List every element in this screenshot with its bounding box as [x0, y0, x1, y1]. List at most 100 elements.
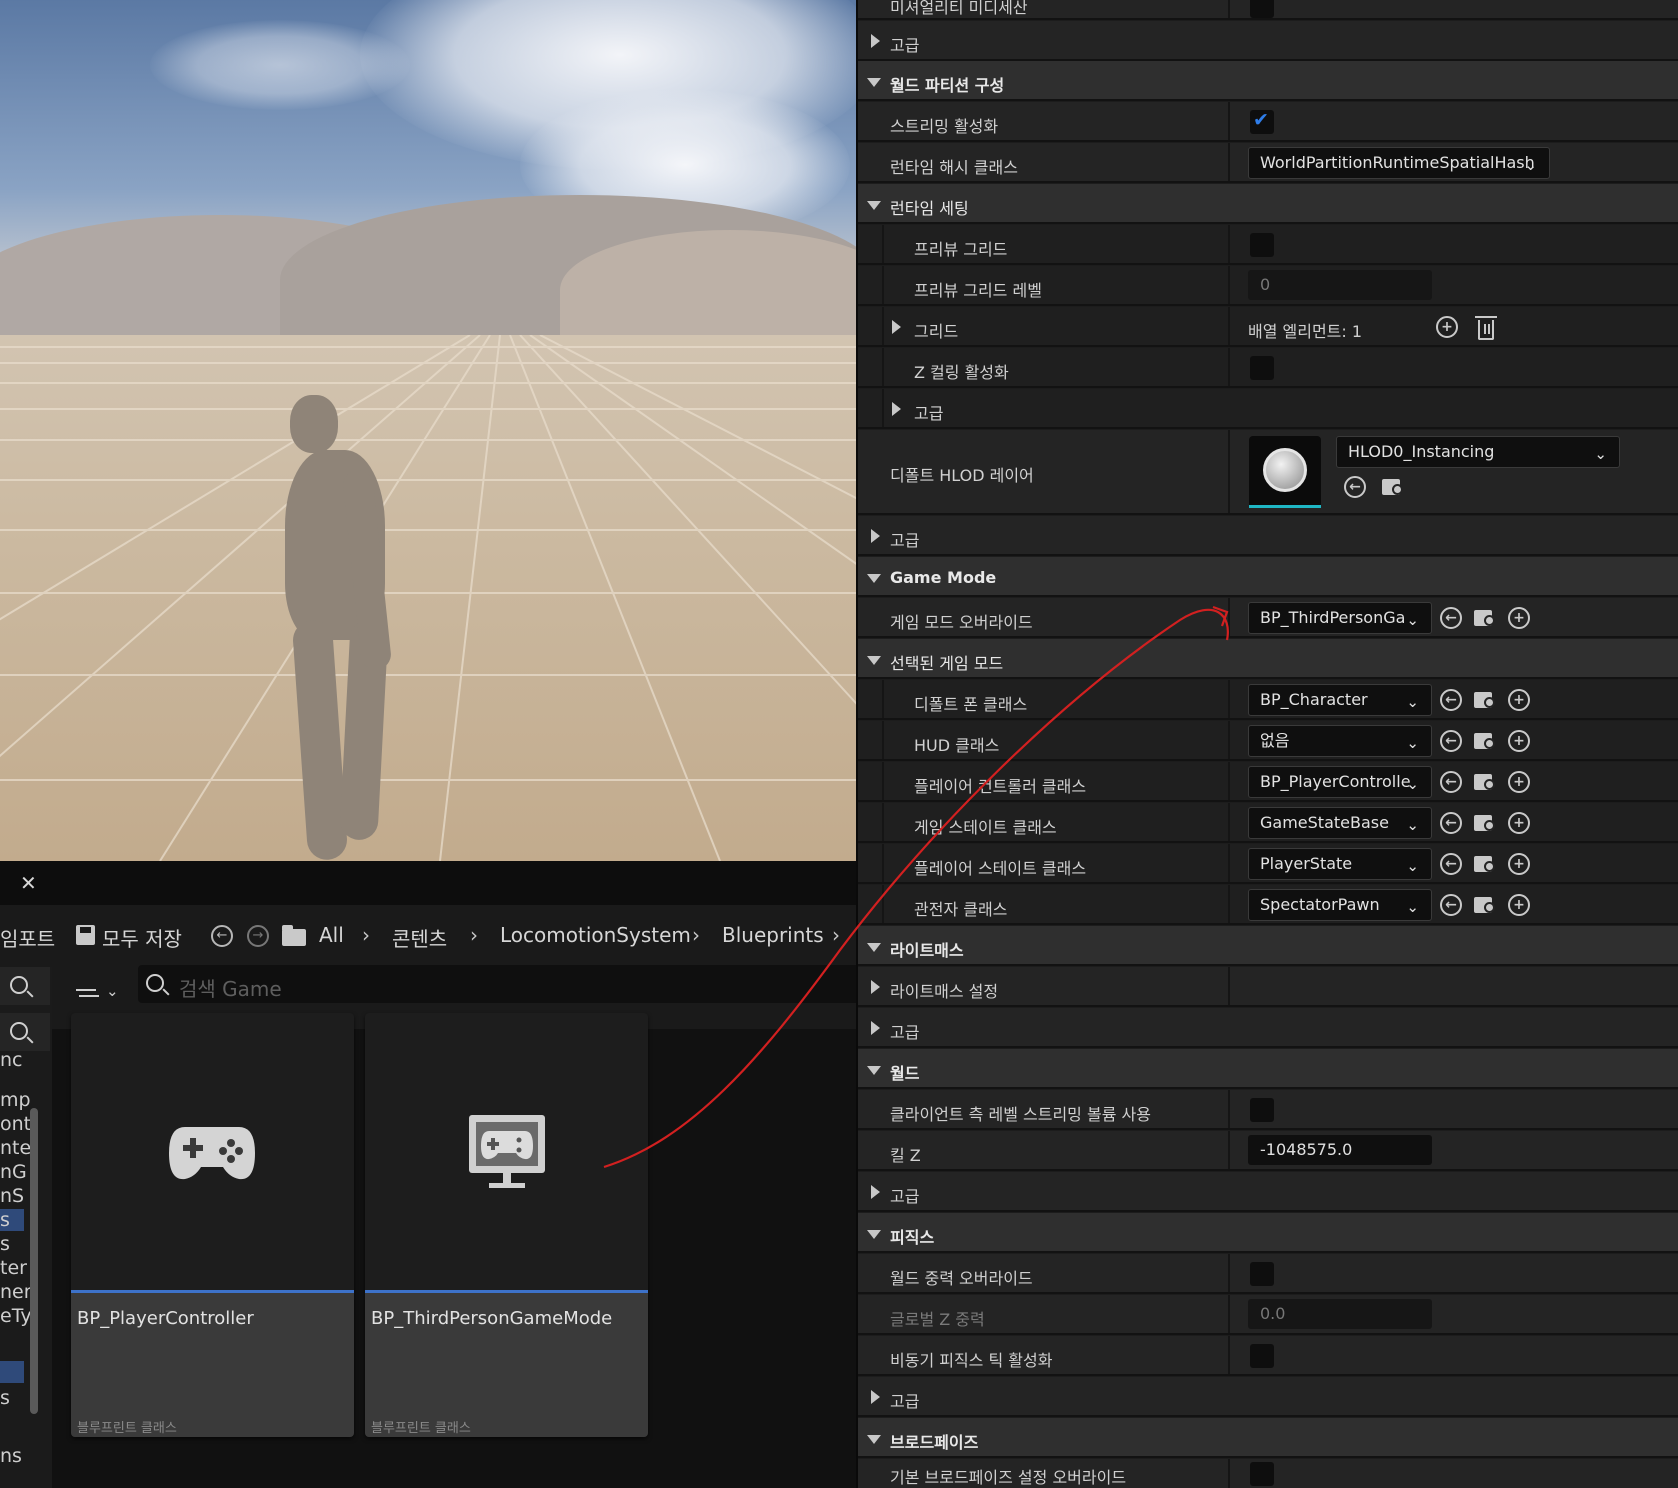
sidebar-search[interactable] — [0, 967, 50, 1005]
collapse-icon[interactable] — [867, 201, 881, 210]
sidebar-folder[interactable]: mp — [0, 1089, 31, 1111]
class-dropdown[interactable]: GameStateBase ⌄ — [1248, 807, 1432, 839]
close-icon[interactable]: ✕ — [20, 871, 37, 895]
collapse-icon[interactable] — [867, 78, 881, 87]
chevron-right-icon[interactable]: › — [362, 923, 370, 947]
sidebar-folder[interactable]: nG — [0, 1161, 27, 1183]
advanced-row[interactable]: 고급 — [858, 21, 1678, 61]
expand-icon[interactable] — [892, 320, 901, 334]
broadphase-override-checkbox[interactable] — [1250, 1462, 1274, 1486]
sidebar-folder[interactable]: ns — [0, 1445, 22, 1467]
sidebar-folder[interactable]: eTy — [0, 1305, 32, 1327]
property-checkbox[interactable] — [1250, 0, 1274, 18]
use-selected-icon[interactable]: ← — [1440, 689, 1462, 711]
chevron-right-icon[interactable]: › — [470, 923, 478, 947]
collapse-icon[interactable] — [867, 1435, 881, 1444]
sidebar-folder[interactable]: ter — [0, 1257, 27, 1279]
class-dropdown[interactable]: 없음 ⌄ — [1248, 725, 1432, 757]
sidebar-folder[interactable]: ont — [0, 1113, 31, 1135]
preview-grid-checkbox[interactable] — [1250, 233, 1274, 257]
browse-asset-icon[interactable] — [1474, 894, 1496, 914]
breadcrumb-all[interactable]: All — [319, 923, 344, 947]
level-viewport[interactable] — [0, 0, 856, 861]
collapse-icon[interactable] — [867, 574, 881, 583]
sidebar-search[interactable] — [0, 1013, 50, 1051]
collapse-icon[interactable] — [867, 1230, 881, 1239]
category-broadphase[interactable]: 브로드페이즈 — [858, 1418, 1678, 1458]
category-game-mode[interactable]: Game Mode — [858, 557, 1678, 597]
advanced-row[interactable]: 고급 — [858, 1377, 1678, 1417]
chevron-right-icon[interactable]: › — [832, 923, 840, 947]
breadcrumb-content[interactable]: 콘텐츠 — [392, 923, 447, 952]
sidebar-folder[interactable]: s — [0, 1387, 10, 1409]
gravity-override-checkbox[interactable] — [1250, 1262, 1274, 1286]
use-selected-icon[interactable]: ← — [1344, 476, 1366, 498]
category-world-partition[interactable]: 월드 파티션 구성 — [858, 61, 1678, 101]
browse-asset-icon[interactable] — [1474, 730, 1496, 750]
browse-asset-icon[interactable] — [1474, 853, 1496, 873]
breadcrumb-locomotion[interactable]: LocomotionSystem — [500, 923, 691, 947]
add-icon[interactable]: + — [1508, 607, 1530, 629]
runtime-hash-dropdown[interactable]: WorldPartitionRuntimeSpatialHash ⌄ — [1248, 147, 1550, 179]
hlod-thumbnail[interactable] — [1249, 436, 1321, 508]
filter-icon[interactable] — [76, 989, 96, 991]
sidebar-scrollbar[interactable] — [30, 1108, 38, 1414]
use-selected-icon[interactable]: ← — [1440, 771, 1462, 793]
browse-asset-icon[interactable] — [1474, 607, 1496, 627]
sidebar-folder[interactable]: s — [0, 1233, 10, 1255]
expand-icon[interactable] — [871, 1021, 880, 1035]
z-culling-checkbox[interactable] — [1250, 356, 1274, 380]
chevron-right-icon[interactable]: › — [692, 923, 700, 947]
browse-asset-icon[interactable] — [1474, 689, 1496, 709]
folder-icon[interactable] — [282, 925, 306, 946]
forward-icon[interactable]: → — [247, 925, 269, 947]
category-lightmass[interactable]: 라이트매스 — [858, 926, 1678, 966]
use-selected-icon[interactable]: ← — [1440, 894, 1462, 916]
property-row[interactable]: 라이트매스 설정 — [858, 967, 1678, 1007]
expand-icon[interactable] — [871, 529, 880, 543]
class-dropdown[interactable]: SpectatorPawn ⌄ — [1248, 889, 1432, 921]
category-world[interactable]: 월드 — [858, 1049, 1678, 1089]
import-button[interactable]: 임포트 — [0, 923, 55, 952]
advanced-row[interactable]: 고급 — [858, 516, 1678, 556]
save-all-button[interactable]: 모두 저장 — [102, 923, 182, 952]
browse-asset-icon[interactable] — [1382, 476, 1404, 496]
preview-grid-level-input[interactable]: 0 — [1248, 270, 1432, 300]
use-selected-icon[interactable]: ← — [1440, 853, 1462, 875]
chevron-down-icon[interactable]: ⌄ — [106, 982, 119, 1000]
asset-tile[interactable]: BP_PlayerController 블루프린트 클래스 — [71, 1013, 354, 1437]
advanced-row[interactable]: 고급 — [858, 1008, 1678, 1048]
game-mode-override-dropdown[interactable]: BP_ThirdPersonGa ⌄ — [1248, 602, 1432, 634]
sidebar-folder[interactable]: ner — [0, 1281, 32, 1303]
expand-icon[interactable] — [871, 980, 880, 994]
category-selected-game-mode[interactable]: 선택된 게임 모드 — [858, 639, 1678, 679]
sidebar-folder[interactable]: nc — [0, 1049, 23, 1071]
add-icon[interactable]: + — [1508, 689, 1530, 711]
add-element-icon[interactable]: + — [1436, 316, 1458, 338]
browse-asset-icon[interactable] — [1474, 771, 1496, 791]
expand-icon[interactable] — [871, 1390, 880, 1404]
expand-icon[interactable] — [871, 1185, 880, 1199]
collapse-icon[interactable] — [867, 943, 881, 952]
collapse-icon[interactable] — [867, 656, 881, 665]
class-dropdown[interactable]: PlayerState ⌄ — [1248, 848, 1432, 880]
expand-icon[interactable] — [871, 34, 880, 48]
add-icon[interactable]: + — [1508, 730, 1530, 752]
advanced-row[interactable]: 고급 — [858, 1172, 1678, 1212]
async-physics-checkbox[interactable] — [1250, 1344, 1274, 1368]
asset-tile[interactable]: BP_ThirdPersonGameMode 블루프린트 클래스 — [365, 1013, 648, 1437]
breadcrumb-blueprints[interactable]: Blueprints — [722, 923, 824, 947]
use-selected-icon[interactable]: ← — [1440, 607, 1462, 629]
add-icon[interactable]: + — [1508, 771, 1530, 793]
use-selected-icon[interactable]: ← — [1440, 730, 1462, 752]
streaming-enable-checkbox[interactable] — [1250, 109, 1274, 134]
kill-z-input[interactable]: -1048575.0 — [1248, 1135, 1432, 1165]
back-icon[interactable]: ← — [211, 925, 233, 947]
sidebar-folder[interactable]: nte — [0, 1137, 31, 1159]
collapse-icon[interactable] — [867, 1066, 881, 1075]
add-icon[interactable]: + — [1508, 812, 1530, 834]
expand-icon[interactable] — [892, 402, 901, 416]
use-selected-icon[interactable]: ← — [1440, 812, 1462, 834]
advanced-row[interactable]: 고급 — [858, 389, 1678, 429]
class-dropdown[interactable]: BP_Character ⌄ — [1248, 684, 1432, 716]
